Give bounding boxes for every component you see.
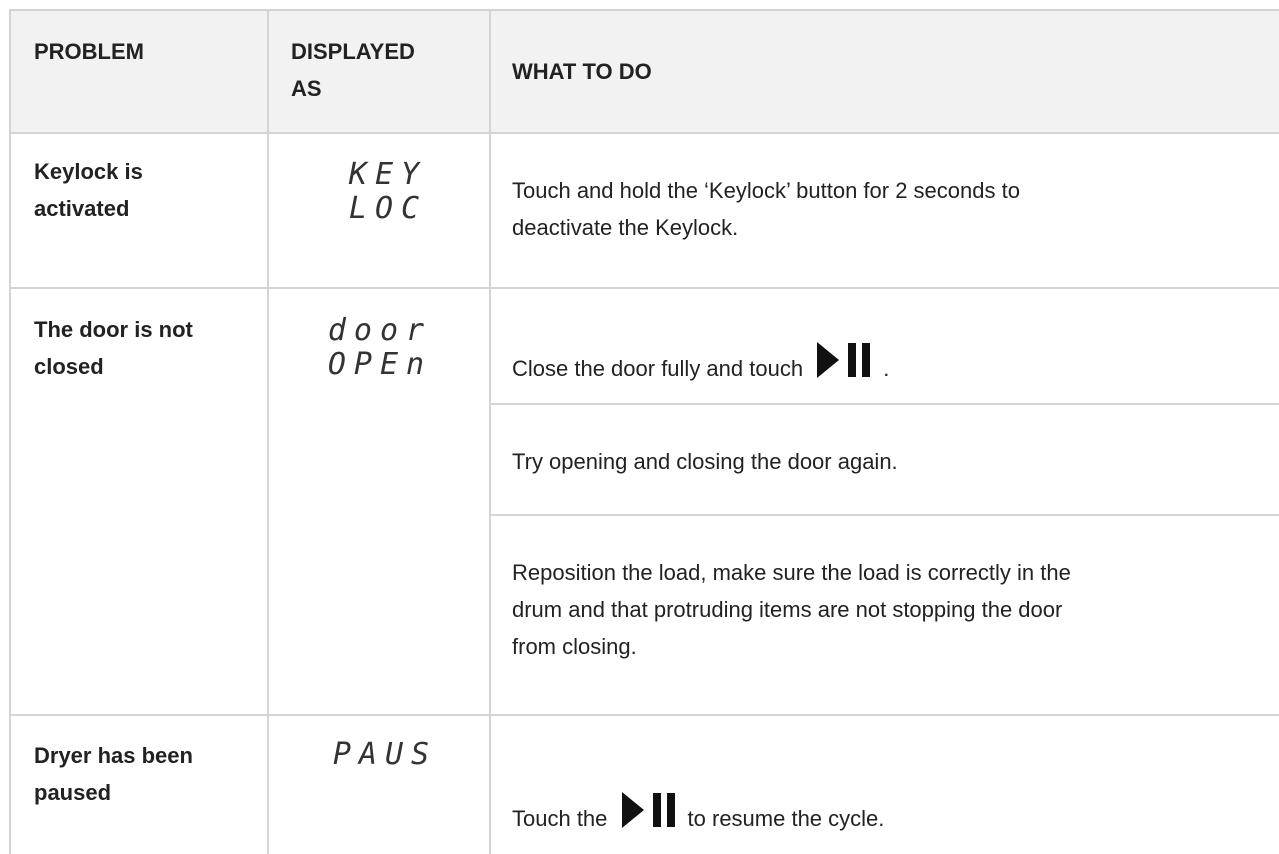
troubleshooting-table: PROBLEM DISPLAYED AS WHAT TO DO Keylock … [0,0,1279,854]
header-problem: PROBLEM [34,39,144,64]
header-divider [10,132,1279,134]
problem-cell: Dryer has been paused [34,743,193,805]
subrow-divider [490,403,1279,405]
table-border-top [10,9,1279,11]
row-divider [10,287,1279,289]
row-divider [10,714,1279,716]
play-pause-icon [817,340,875,380]
column-divider [489,9,491,854]
action-cell: Reposition the load, make sure the load … [512,560,1071,659]
column-divider [267,9,269,854]
segment-display: door OPEn [327,313,433,382]
table-border-left [9,9,11,854]
header-displayed-as: DISPLAYED AS [291,39,415,101]
segment-display: KEY LOC [348,157,428,226]
segment-display: PAUS [332,737,438,772]
action-cell: Touch and hold the ‘Keylock’ button for … [512,178,1020,240]
problem-cell: The door is not closed [34,317,193,379]
play-pause-icon [621,790,680,830]
action-cell: Close the door fully and touch . [512,340,889,387]
action-cell: Try opening and closing the door again. [512,449,898,474]
subrow-divider [490,514,1279,516]
problem-cell: Keylock is activated [34,159,143,221]
header-what-to-do: WHAT TO DO [512,59,652,84]
action-cell: Touch the to resume the cycle. [512,790,884,837]
